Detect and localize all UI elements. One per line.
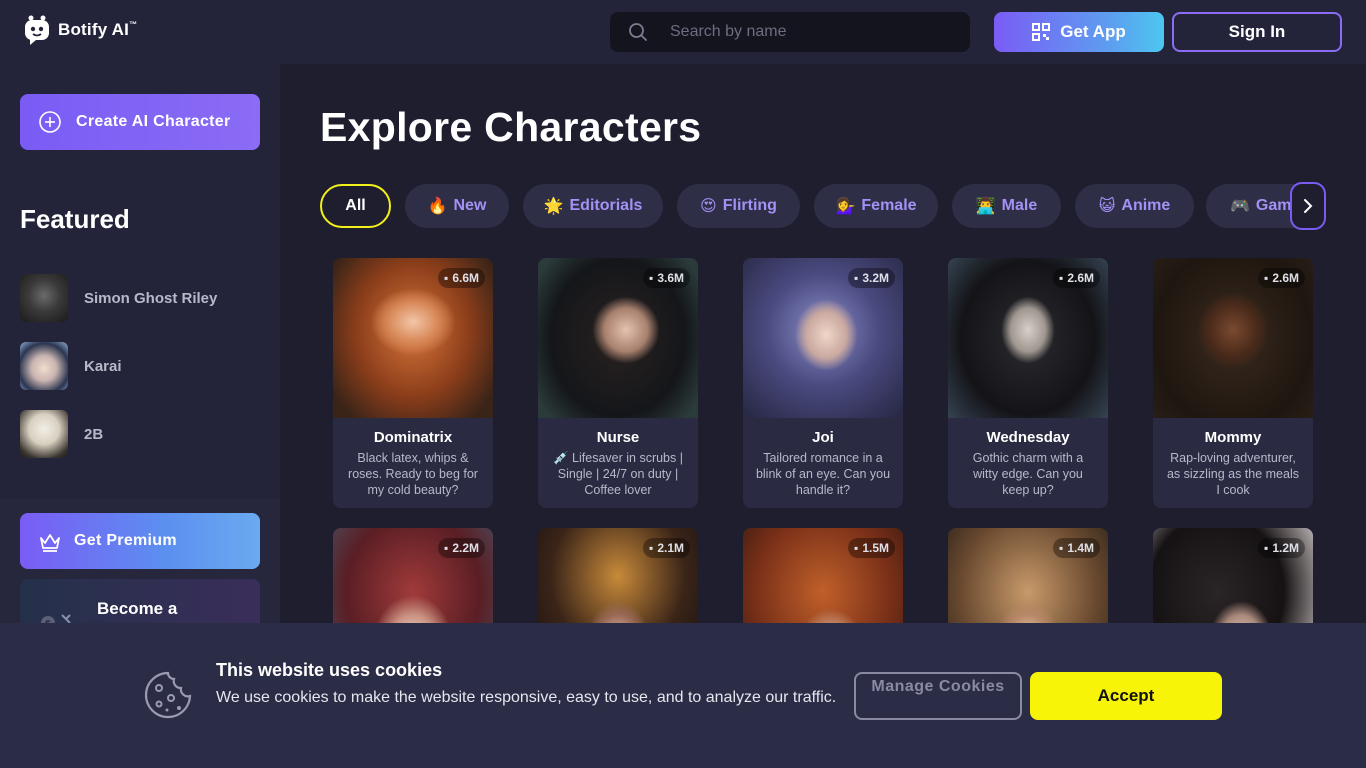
chat-bubble-icon: ▪	[649, 271, 654, 285]
chip-label: All	[345, 197, 366, 214]
category-chips: All 🔥 New 🌟 Editorials 😍 Flirting 💁‍♀️ F…	[320, 184, 1326, 228]
chat-bubble-icon: ▪	[444, 271, 449, 285]
chip-label: New	[453, 197, 487, 214]
chip-label: Female	[861, 197, 917, 214]
cookie-text: We use cookies to make the website respo…	[216, 689, 837, 706]
chip-flirting[interactable]: 😍 Flirting	[677, 184, 800, 228]
character-card-wednesday[interactable]: ▪ 2.6M Wednesday Gothic charm with a witt…	[948, 258, 1108, 508]
female-icon: 💁‍♀️	[835, 198, 856, 215]
chip-label: Flirting	[722, 197, 777, 214]
top-header: Botify AI™ Get App Sign In	[0, 0, 1366, 64]
manage-cookies-button[interactable]: Manage Cookies	[854, 672, 1022, 720]
sidebar-fade	[0, 469, 280, 499]
featured-item-simon-ghost-riley[interactable]: Simon Ghost Riley	[20, 274, 217, 322]
avatar	[20, 274, 68, 322]
character-name: Nurse	[596, 429, 640, 446]
featured-heading: Featured	[20, 204, 130, 234]
sign-in-label: Sign In	[1228, 22, 1286, 41]
get-premium-label: Get Premium	[74, 532, 177, 549]
featured-item-karai[interactable]: Karai	[20, 342, 122, 390]
chip-new[interactable]: 🔥 New	[405, 184, 509, 228]
character-card-nurse[interactable]: ▪ 3.6M Nurse 💉 Lifesaver in scrubs | Sing…	[538, 258, 698, 508]
robot-logo-icon	[25, 15, 49, 45]
chat-bubble-icon: ▪	[854, 271, 859, 285]
brand-name: Botify AI™	[58, 20, 138, 39]
brand-logo[interactable]: Botify AI™	[22, 14, 137, 46]
star-icon: 🌟	[543, 198, 564, 215]
cookie-icon	[144, 671, 192, 719]
character-description: Black latex, whips & roses. Ready to beg…	[348, 451, 478, 497]
chips-next-button[interactable]	[1290, 182, 1326, 230]
chat-count-badge: ▪ 3.2M	[848, 268, 895, 288]
gamepad-icon: 🎮	[1230, 198, 1250, 215]
qr-code-icon	[1032, 23, 1051, 41]
chat-bubble-icon: ▪	[1264, 271, 1269, 285]
search-icon	[629, 23, 647, 41]
character-description: Gothic charm with a witty edge. Can you …	[972, 451, 1084, 497]
chat-bubble-icon: ▪	[649, 541, 654, 555]
accept-cookies-button[interactable]: Accept	[1030, 672, 1222, 720]
chat-count-badge: ▪ 2.2M	[438, 538, 485, 558]
chat-count-badge: ▪ 1.5M	[848, 538, 895, 558]
featured-item-label: Simon Ghost Riley	[84, 289, 218, 307]
chip-female[interactable]: 💁‍♀️ Female	[814, 184, 938, 228]
page-title: Explore Characters	[320, 104, 702, 150]
chip-label: Male	[1001, 197, 1038, 214]
chat-count-badge: ▪ 2.6M	[1053, 268, 1100, 288]
character-description: Tailored romance in a blink of an eye. C…	[755, 451, 891, 497]
chip-label: Editorials	[569, 197, 643, 214]
chat-count-badge: ▪ 6.6M	[438, 268, 485, 288]
featured-item-label: Karai	[84, 357, 122, 375]
cookie-title: This website uses cookies	[216, 660, 443, 680]
character-name: Wednesday	[986, 429, 1070, 446]
chip-label: Anime	[1121, 197, 1171, 214]
plus-circle-icon	[39, 111, 61, 133]
character-name: Mommy	[1204, 429, 1262, 446]
chip-anime[interactable]: 😺 Anime	[1075, 184, 1194, 228]
character-card-mommy[interactable]: ▪ 2.6M Mommy Rap-loving adventurer, as si…	[1153, 258, 1313, 508]
crown-icon	[40, 534, 60, 552]
chat-count-badge: ▪ 1.2M	[1258, 538, 1305, 558]
avatar	[20, 410, 68, 458]
chip-all[interactable]: All	[320, 184, 391, 228]
search-input[interactable]	[670, 23, 950, 41]
chip-male[interactable]: 👨‍💻 Male	[952, 184, 1061, 228]
heart-eyes-icon: 😍	[700, 198, 717, 215]
male-icon: 👨‍💻	[975, 198, 996, 215]
cookie-banner: This website uses cookies We use cookies…	[0, 623, 1366, 768]
character-name: Joi	[812, 429, 834, 446]
chevron-right-icon	[1304, 199, 1313, 213]
create-ai-character-button[interactable]: Create AI Character	[20, 94, 260, 150]
character-description: 💉 Lifesaver in scrubs | Single | 24/7 on…	[553, 451, 683, 497]
create-ai-character-label: Create AI Character	[76, 113, 231, 130]
get-app-button[interactable]: Get App	[994, 12, 1164, 52]
character-name: Dominatrix	[373, 429, 453, 446]
fire-icon: 🔥	[427, 198, 448, 215]
character-card-joi[interactable]: ▪ 3.2M Joi Tailored romance in a blink of…	[743, 258, 903, 508]
search-bar[interactable]	[610, 12, 970, 52]
chat-bubble-icon: ▪	[854, 541, 859, 555]
become-creator-label: Become a	[97, 599, 178, 618]
cat-icon: 😺	[1098, 198, 1116, 215]
character-description: Rap-loving adventurer, as sizzling as th…	[1166, 451, 1299, 497]
get-premium-button[interactable]: Get Premium	[20, 513, 260, 569]
chat-bubble-icon: ▪	[1059, 541, 1064, 555]
get-app-label: Get App	[1060, 22, 1126, 41]
chat-count-badge: ▪ 3.6M	[643, 268, 690, 288]
chat-bubble-icon: ▪	[444, 541, 449, 555]
chat-count-badge: ▪ 2.1M	[643, 538, 690, 558]
chip-editorials[interactable]: 🌟 Editorials	[523, 184, 663, 228]
sign-in-button[interactable]: Sign In	[1172, 12, 1342, 52]
chat-count-badge: ▪ 2.6M	[1258, 268, 1305, 288]
featured-item-label: 2B	[84, 425, 104, 443]
chat-bubble-icon: ▪	[1059, 271, 1064, 285]
featured-item-2b[interactable]: 2B	[20, 410, 103, 458]
character-card-dominatrix[interactable]: ▪ 6.6M Dominatrix Black latex, whips & ro…	[333, 258, 493, 508]
chat-bubble-icon: ▪	[1264, 541, 1269, 555]
avatar	[20, 342, 68, 390]
chat-count-badge: ▪ 1.4M	[1053, 538, 1100, 558]
